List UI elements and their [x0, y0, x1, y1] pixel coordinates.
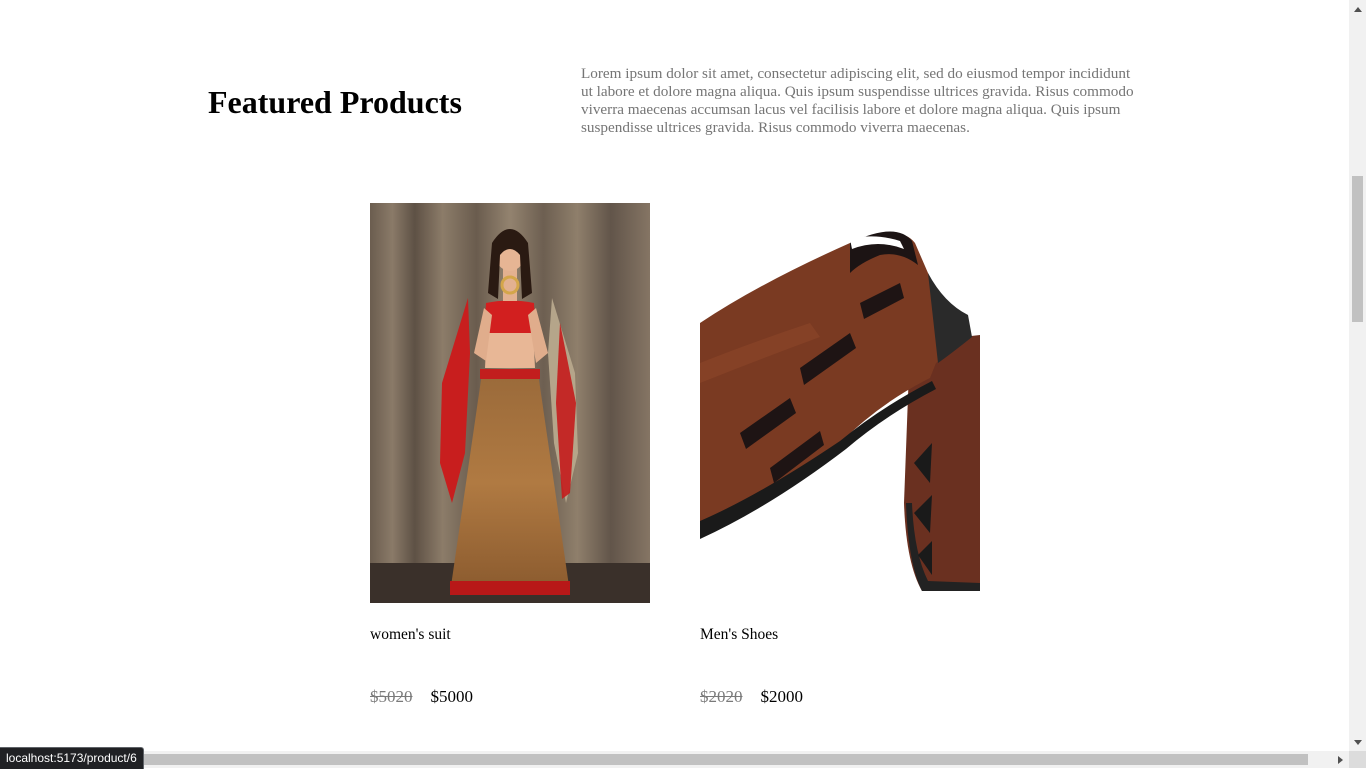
section-title: Featured Products	[208, 84, 462, 120]
product-card-mens-shoes[interactable]: Men's Shoes $2020 $2000	[700, 203, 980, 706]
page: Featured Products Lorem ipsum dolor sit …	[0, 0, 1349, 751]
horizontal-scrollbar[interactable]	[0, 751, 1349, 768]
vertical-scroll-thumb[interactable]	[1352, 176, 1363, 322]
product-price: $5000	[430, 687, 474, 706]
product-prices: $2020 $2000	[700, 687, 803, 707]
product-photo	[700, 203, 980, 603]
product-old-price: $5020	[370, 687, 413, 706]
section-description: Lorem ipsum dolor sit amet, consectetur …	[581, 65, 1134, 136]
status-bar-url: localhost:5173/product/6	[0, 747, 144, 769]
product-price: $2000	[760, 687, 804, 706]
product-name[interactable]: women's suit	[370, 626, 451, 644]
scroll-up-icon[interactable]	[1349, 0, 1366, 17]
product-card-womens-suit[interactable]: women's suit $5020 $5000	[370, 203, 650, 706]
horizontal-scroll-thumb[interactable]	[120, 754, 1308, 765]
scroll-down-icon[interactable]	[1349, 734, 1366, 751]
product-photo	[370, 203, 650, 603]
product-image-womens-suit[interactable]	[370, 203, 650, 603]
product-image-mens-shoes[interactable]	[700, 203, 980, 603]
product-prices: $5020 $5000	[370, 687, 473, 707]
scrollbar-corner	[1349, 751, 1366, 768]
product-old-price: $2020	[700, 687, 743, 706]
scroll-right-icon[interactable]	[1332, 751, 1349, 768]
product-name[interactable]: Men's Shoes	[700, 626, 778, 644]
vertical-scrollbar[interactable]	[1349, 0, 1366, 751]
